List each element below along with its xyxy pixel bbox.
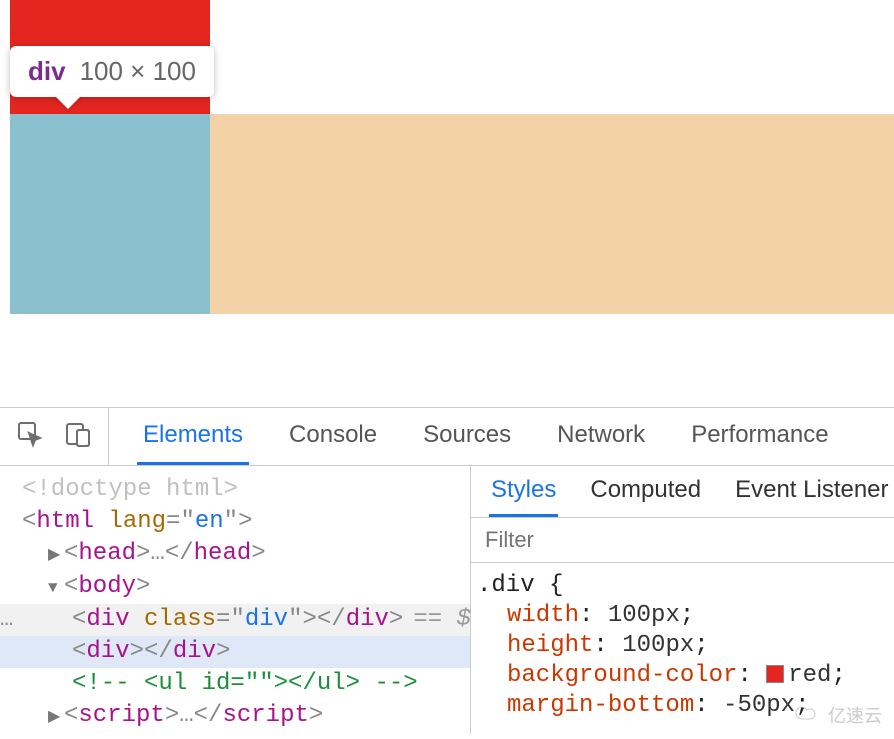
devtools-toolbar: Elements Console Sources Network Perform… bbox=[0, 408, 894, 466]
devtools-body: <!doctype html> <html lang="en"> ▶<head>… bbox=[0, 466, 894, 734]
css-prop-margin-bottom: margin-bottom bbox=[507, 692, 694, 719]
css-prop-height: height bbox=[507, 632, 593, 659]
inspect-tooltip: div 100 × 100 bbox=[10, 46, 214, 97]
tree-row-doctype[interactable]: <!doctype html> bbox=[0, 474, 470, 506]
tree-row-div-selected[interactable]: <div></div> bbox=[0, 636, 470, 668]
tree-row-comment[interactable]: <!-- <ul id=""></ul> --> bbox=[0, 668, 470, 700]
tooltip-tag: div bbox=[28, 56, 66, 87]
subtab-computed[interactable]: Computed bbox=[588, 466, 703, 517]
tab-performance[interactable]: Performance bbox=[685, 408, 834, 465]
devtools-panel: Elements Console Sources Network Perform… bbox=[0, 407, 894, 734]
elements-tree[interactable]: <!doctype html> <html lang="en"> ▶<head>… bbox=[0, 466, 470, 734]
tab-console[interactable]: Console bbox=[283, 408, 383, 465]
blue-highlight-box[interactable] bbox=[10, 114, 210, 314]
tree-row-head[interactable]: ▶<head>…</head> bbox=[0, 538, 470, 571]
css-prop-width: width bbox=[507, 602, 579, 629]
filter-input[interactable] bbox=[483, 526, 882, 554]
tab-elements[interactable]: Elements bbox=[137, 408, 249, 465]
expand-arrow-icon: ▶ bbox=[48, 539, 62, 571]
main-tabs: Elements Console Sources Network Perform… bbox=[109, 408, 863, 465]
tree-row-div-class[interactable]: <div class="div"></div>== $ bbox=[0, 604, 470, 636]
css-prop-bgcolor: background-color bbox=[507, 662, 737, 689]
styles-sub-tabs: Styles Computed Event Listener bbox=[471, 466, 894, 518]
beige-margin-box bbox=[210, 114, 894, 314]
subtab-event-listeners[interactable]: Event Listener bbox=[733, 466, 890, 517]
css-rule[interactable]: .div { width: 100px; height: 100px; back… bbox=[471, 563, 894, 729]
color-swatch-icon[interactable] bbox=[766, 665, 784, 683]
device-toggle-icon[interactable] bbox=[64, 420, 92, 453]
styles-panel: Styles Computed Event Listener .div { wi… bbox=[470, 466, 894, 734]
tree-row-script[interactable]: ▶<script>…</script> bbox=[0, 700, 470, 733]
tooltip-dimensions: 100 × 100 bbox=[80, 56, 196, 87]
inspect-element-icon[interactable] bbox=[16, 420, 44, 453]
tab-sources[interactable]: Sources bbox=[417, 408, 517, 465]
collapse-arrow-icon: ▼ bbox=[48, 572, 62, 604]
tree-row-body[interactable]: ▼<body> bbox=[0, 571, 470, 604]
tree-row-html[interactable]: <html lang="en"> bbox=[0, 506, 470, 538]
expand-arrow-icon: ▶ bbox=[48, 701, 62, 733]
styles-filter bbox=[471, 518, 894, 563]
rendered-page: div 100 × 100 bbox=[0, 0, 894, 407]
subtab-styles[interactable]: Styles bbox=[489, 466, 558, 517]
toolbar-icons bbox=[0, 408, 109, 465]
tab-network[interactable]: Network bbox=[551, 408, 651, 465]
